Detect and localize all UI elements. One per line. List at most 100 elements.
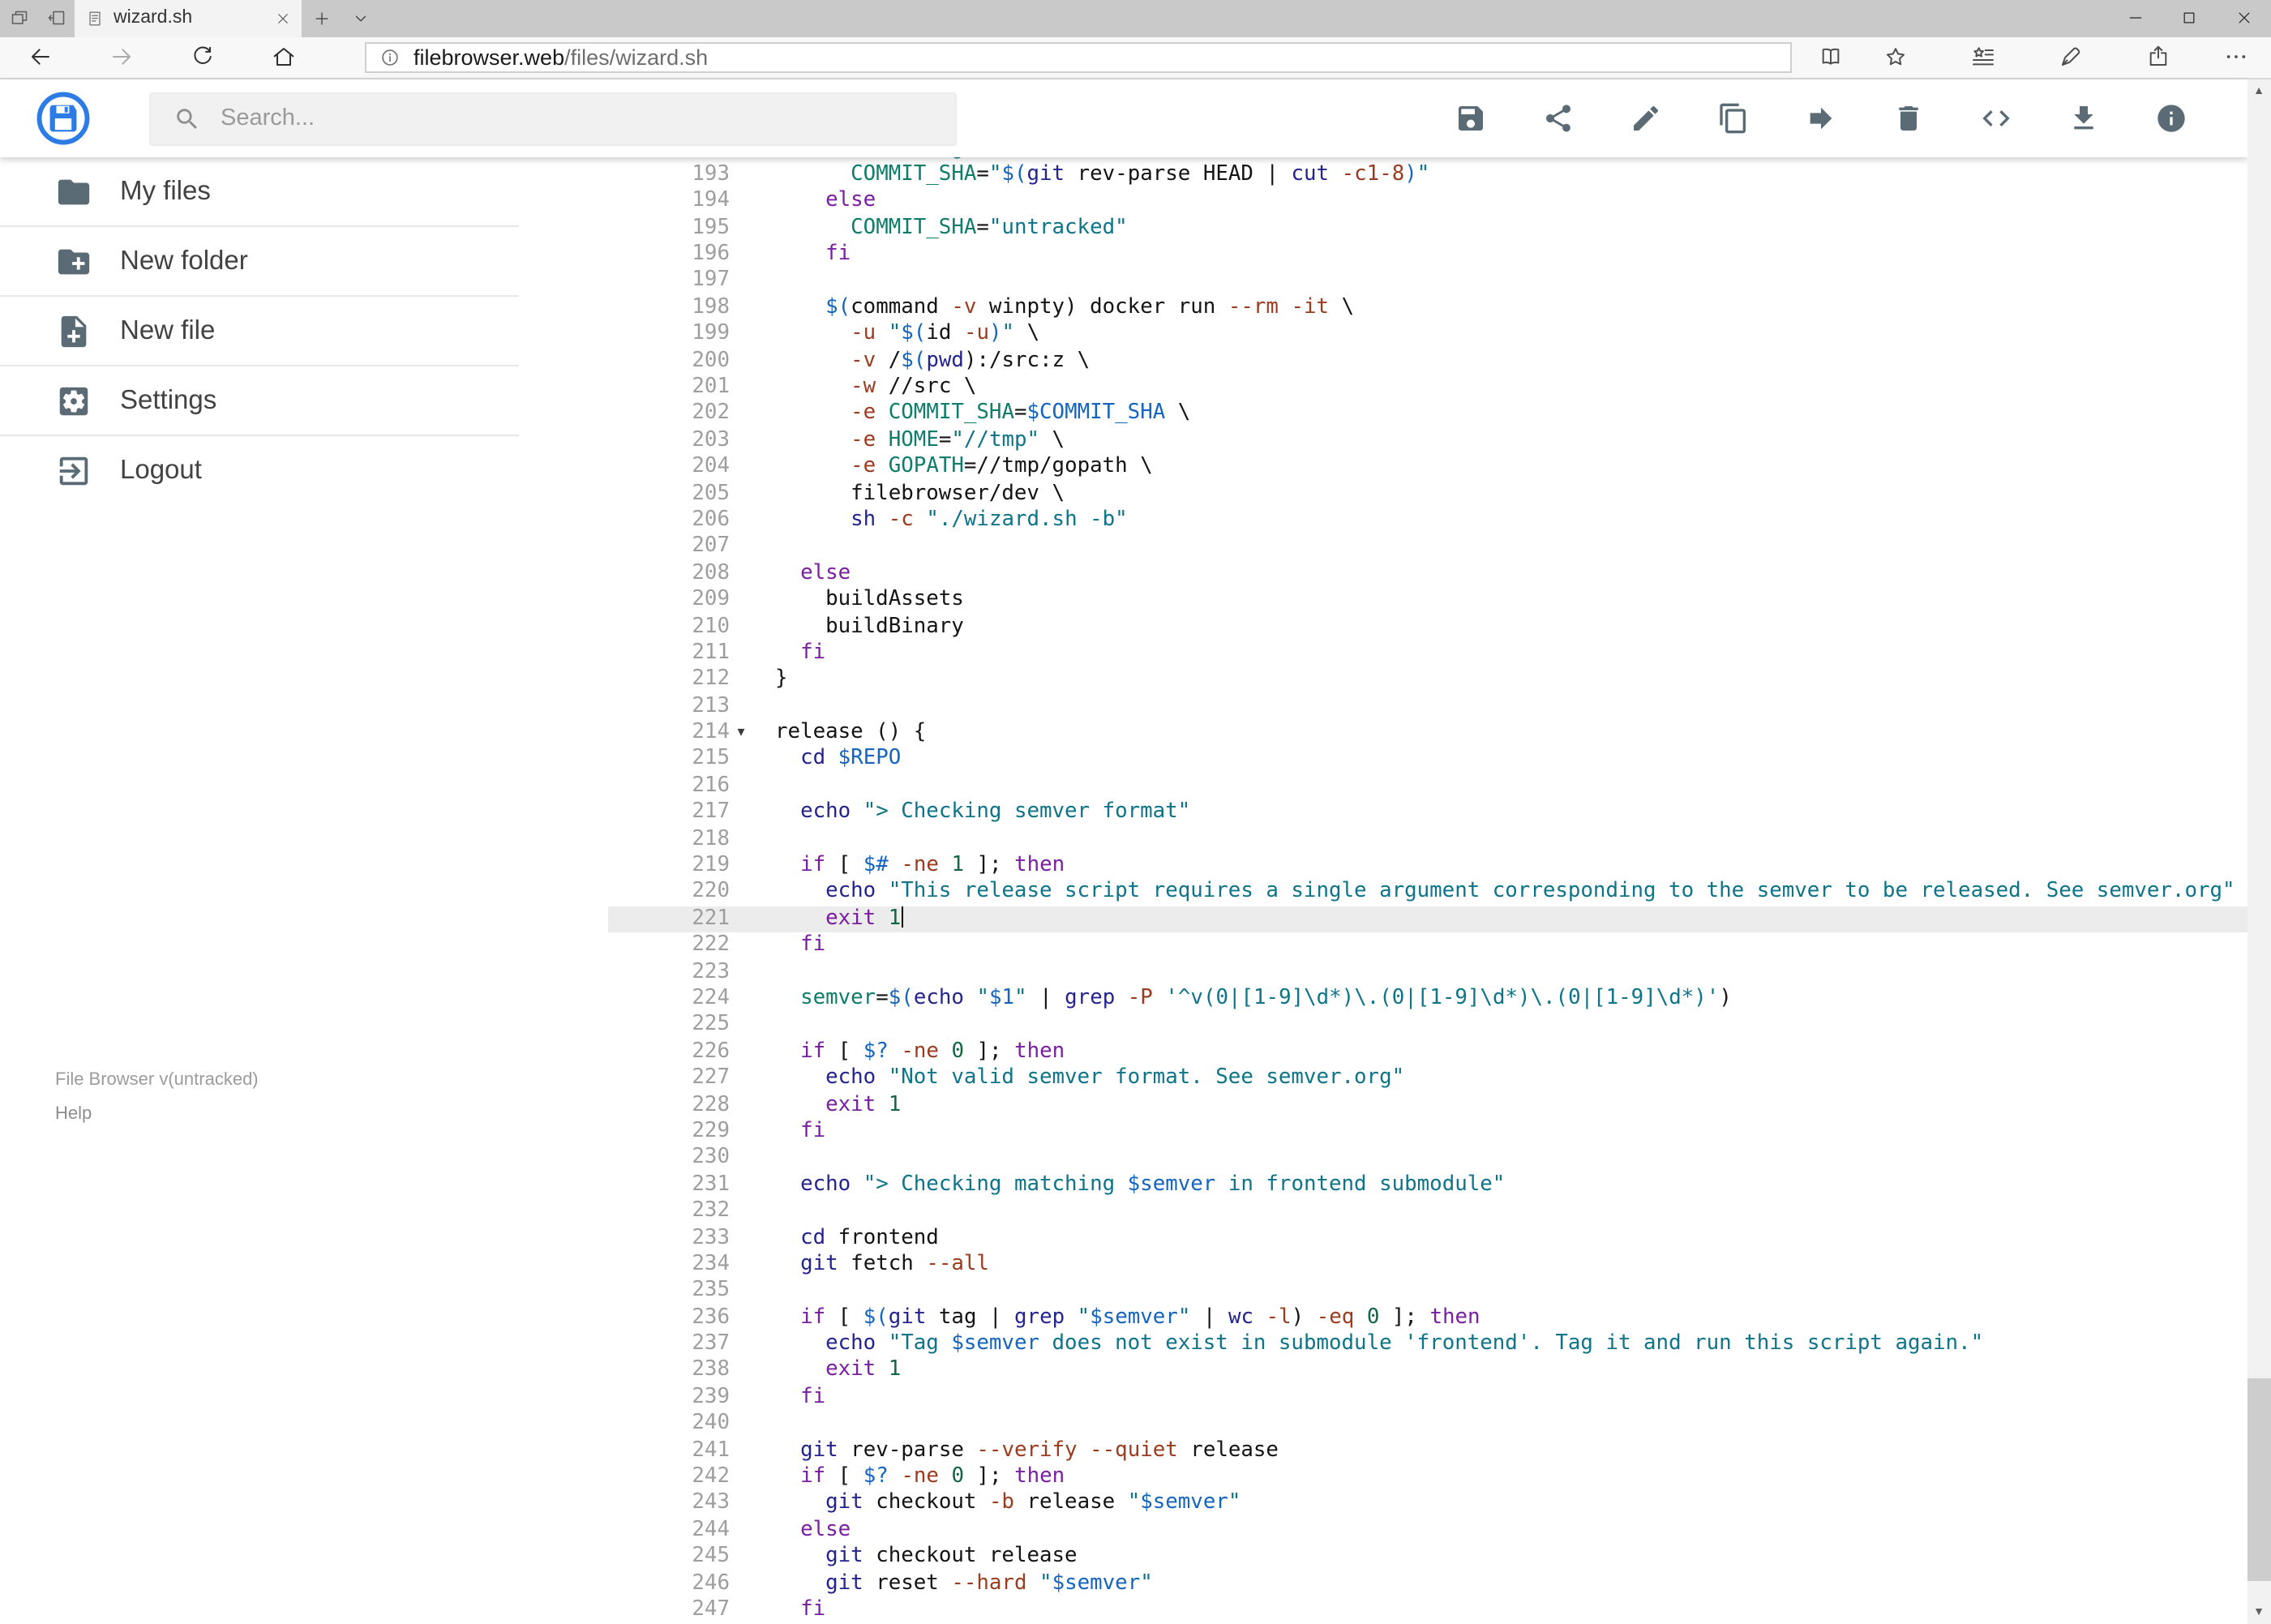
code-line[interactable]: 213 bbox=[608, 693, 2247, 720]
code-line[interactable]: 215 cd $REPO bbox=[608, 747, 2247, 773]
code-line[interactable]: 217 echo "> Checking semver format" bbox=[608, 800, 2247, 827]
code-line[interactable]: 221 exit 1 bbox=[608, 906, 2247, 933]
share-page-button[interactable] bbox=[2126, 45, 2191, 71]
hub-button[interactable] bbox=[1951, 45, 2016, 71]
set-tabs-aside-button[interactable] bbox=[37, 0, 75, 36]
code-line[interactable]: 210 buildBinary bbox=[608, 614, 2247, 641]
code-line[interactable]: 245 git checkout release bbox=[608, 1544, 2247, 1570]
sidebar-item-new-folder[interactable]: New folder bbox=[0, 227, 600, 297]
page-scrollbar[interactable]: ▲ ▼ bbox=[2247, 79, 2271, 1624]
code-line[interactable]: 218 bbox=[608, 826, 2247, 853]
code-line[interactable]: 195 COMMIT_SHA="untracked" bbox=[608, 215, 2247, 242]
code-line[interactable]: 207 bbox=[608, 534, 2247, 561]
rename-button[interactable] bbox=[1618, 91, 1673, 146]
tabs-set-aside-button[interactable] bbox=[0, 0, 37, 36]
home-button[interactable] bbox=[243, 45, 324, 71]
code-line[interactable]: 219 if [ $# -ne 1 ]; then bbox=[608, 853, 2247, 880]
code-line[interactable]: 229 fi bbox=[608, 1119, 2247, 1146]
sidebar-item-logout[interactable]: Logout bbox=[0, 436, 600, 506]
code-line[interactable]: 235 bbox=[608, 1279, 2247, 1305]
web-note-button[interactable] bbox=[2038, 45, 2103, 71]
code-line[interactable]: 209 buildAssets bbox=[608, 587, 2247, 614]
tab-preview-toggle[interactable] bbox=[341, 0, 379, 36]
filebrowser-logo[interactable] bbox=[36, 91, 91, 146]
delete-button[interactable] bbox=[1880, 91, 1935, 146]
help-link[interactable]: Help bbox=[55, 1104, 259, 1124]
fold-arrow-icon[interactable]: ▾ bbox=[730, 720, 752, 747]
scrollbar-up-arrow-icon[interactable]: ▲ bbox=[2247, 79, 2271, 104]
code-line[interactable]: 228 exit 1 bbox=[608, 1092, 2247, 1119]
code-line[interactable]: 224 semver=$(echo "$1" | grep -P '^v(0|[… bbox=[608, 986, 2247, 1013]
reading-view-button[interactable] bbox=[1798, 45, 1863, 71]
search-input[interactable] bbox=[221, 105, 955, 131]
save-button[interactable] bbox=[1442, 91, 1498, 146]
code-line[interactable]: 231 echo "> Checking matching $semver in… bbox=[608, 1172, 2247, 1198]
code-line[interactable]: 226 if [ $? -ne 0 ]; then bbox=[608, 1039, 2247, 1066]
code-line[interactable]: 225 bbox=[608, 1013, 2247, 1039]
sidebar-item-settings[interactable]: Settings bbox=[0, 366, 600, 436]
code-line[interactable]: 241 git rev-parse --verify --quiet relea… bbox=[608, 1438, 2247, 1464]
tab-close-icon[interactable] bbox=[276, 11, 290, 26]
download-button[interactable] bbox=[2055, 91, 2110, 146]
copy-button[interactable] bbox=[1705, 91, 1760, 146]
address-bar[interactable]: filebrowser.web/files/wizard.sh bbox=[365, 41, 1792, 73]
code-line[interactable]: 203 -e HOME="//tmp" \ bbox=[608, 428, 2247, 455]
code-line[interactable]: 234 git fetch --all bbox=[608, 1252, 2247, 1279]
code-line[interactable]: 244 else bbox=[608, 1518, 2247, 1545]
code-line[interactable]: 232 bbox=[608, 1198, 2247, 1225]
code-line[interactable]: 211 fi bbox=[608, 641, 2247, 667]
scrollbar-down-arrow-icon[interactable]: ▼ bbox=[2247, 1600, 2271, 1624]
search-box[interactable] bbox=[149, 92, 957, 145]
minimize-button[interactable] bbox=[2108, 0, 2162, 36]
code-line[interactable]: 202 -e COMMIT_SHA=$COMMIT_SHA \ bbox=[608, 401, 2247, 428]
code-view-button[interactable] bbox=[1968, 91, 2023, 146]
code-line[interactable]: 208 else bbox=[608, 561, 2247, 588]
code-line[interactable]: 222 fi bbox=[608, 932, 2247, 959]
site-info-icon[interactable] bbox=[379, 47, 401, 68]
sidebar-item-my-files[interactable]: My files bbox=[0, 157, 600, 227]
code-line[interactable]: 230 bbox=[608, 1146, 2247, 1172]
code-line[interactable]: 212} bbox=[608, 667, 2247, 694]
code-line[interactable]: 233 cd frontend bbox=[608, 1225, 2247, 1252]
scrollbar-thumb[interactable] bbox=[2247, 1378, 2271, 1581]
code-line[interactable]: 243 git checkout -b release "$semver" bbox=[608, 1491, 2247, 1518]
sidebar-item-new-file[interactable]: New file bbox=[0, 297, 600, 366]
new-tab-button[interactable] bbox=[302, 0, 341, 36]
code-line[interactable]: 199 -u "$(id -u)" \ bbox=[608, 321, 2247, 348]
code-line[interactable]: 196 fi bbox=[608, 242, 2247, 268]
browser-tab[interactable]: wizard.sh bbox=[75, 0, 302, 36]
code-editor[interactable]: 192 if [ -d ".git" ]; then193 COMMIT_SHA… bbox=[608, 135, 2247, 1624]
code-line[interactable]: 223 bbox=[608, 959, 2247, 986]
code-line[interactable]: 240 bbox=[608, 1412, 2247, 1438]
move-button[interactable] bbox=[1793, 91, 1848, 146]
info-button[interactable] bbox=[2143, 91, 2198, 146]
code-line[interactable]: 204 -e GOPATH=//tmp/gopath \ bbox=[608, 454, 2247, 481]
code-line[interactable]: 242 if [ $? -ne 0 ]; then bbox=[608, 1464, 2247, 1491]
code-line[interactable]: 193 COMMIT_SHA="$(git rev-parse HEAD | c… bbox=[608, 162, 2247, 189]
code-line[interactable]: 194 else bbox=[608, 189, 2247, 216]
refresh-button[interactable] bbox=[162, 45, 243, 71]
code-line[interactable]: 214 ▾ release () { bbox=[608, 720, 2247, 747]
code-line[interactable]: 220 echo "This release script requires a… bbox=[608, 880, 2247, 906]
code-line[interactable]: 197 bbox=[608, 268, 2247, 295]
maximize-button[interactable] bbox=[2162, 0, 2217, 36]
code-line[interactable]: 200 -v /$(pwd):/src:z \ bbox=[608, 348, 2247, 375]
favorites-button[interactable] bbox=[1863, 45, 1928, 71]
code-line[interactable]: 206 sh -c "./wizard.sh -b" bbox=[608, 508, 2247, 534]
more-options-button[interactable] bbox=[2204, 45, 2269, 71]
back-button[interactable] bbox=[0, 45, 81, 71]
forward-button[interactable] bbox=[81, 45, 162, 71]
code-line[interactable]: 237 echo "Tag $semver does not exist in … bbox=[608, 1331, 2247, 1358]
code-line[interactable]: 238 exit 1 bbox=[608, 1358, 2247, 1385]
code-line[interactable]: 247 fi bbox=[608, 1597, 2247, 1624]
code-line[interactable]: 236 if [ $(git tag | grep "$semver" | wc… bbox=[608, 1305, 2247, 1331]
code-line[interactable]: 239 fi bbox=[608, 1385, 2247, 1412]
code-line[interactable]: 246 git reset --hard "$semver" bbox=[608, 1570, 2247, 1597]
code-line[interactable]: 201 -w //src \ bbox=[608, 375, 2247, 401]
share-button[interactable] bbox=[1530, 91, 1585, 146]
code-line[interactable]: 216 bbox=[608, 773, 2247, 800]
code-line[interactable]: 205 filebrowser/dev \ bbox=[608, 481, 2247, 508]
close-button[interactable] bbox=[2217, 0, 2271, 36]
code-line[interactable]: 198 $(command -v winpty) docker run --rm… bbox=[608, 295, 2247, 322]
code-line[interactable]: 227 echo "Not valid semver format. See s… bbox=[608, 1065, 2247, 1092]
